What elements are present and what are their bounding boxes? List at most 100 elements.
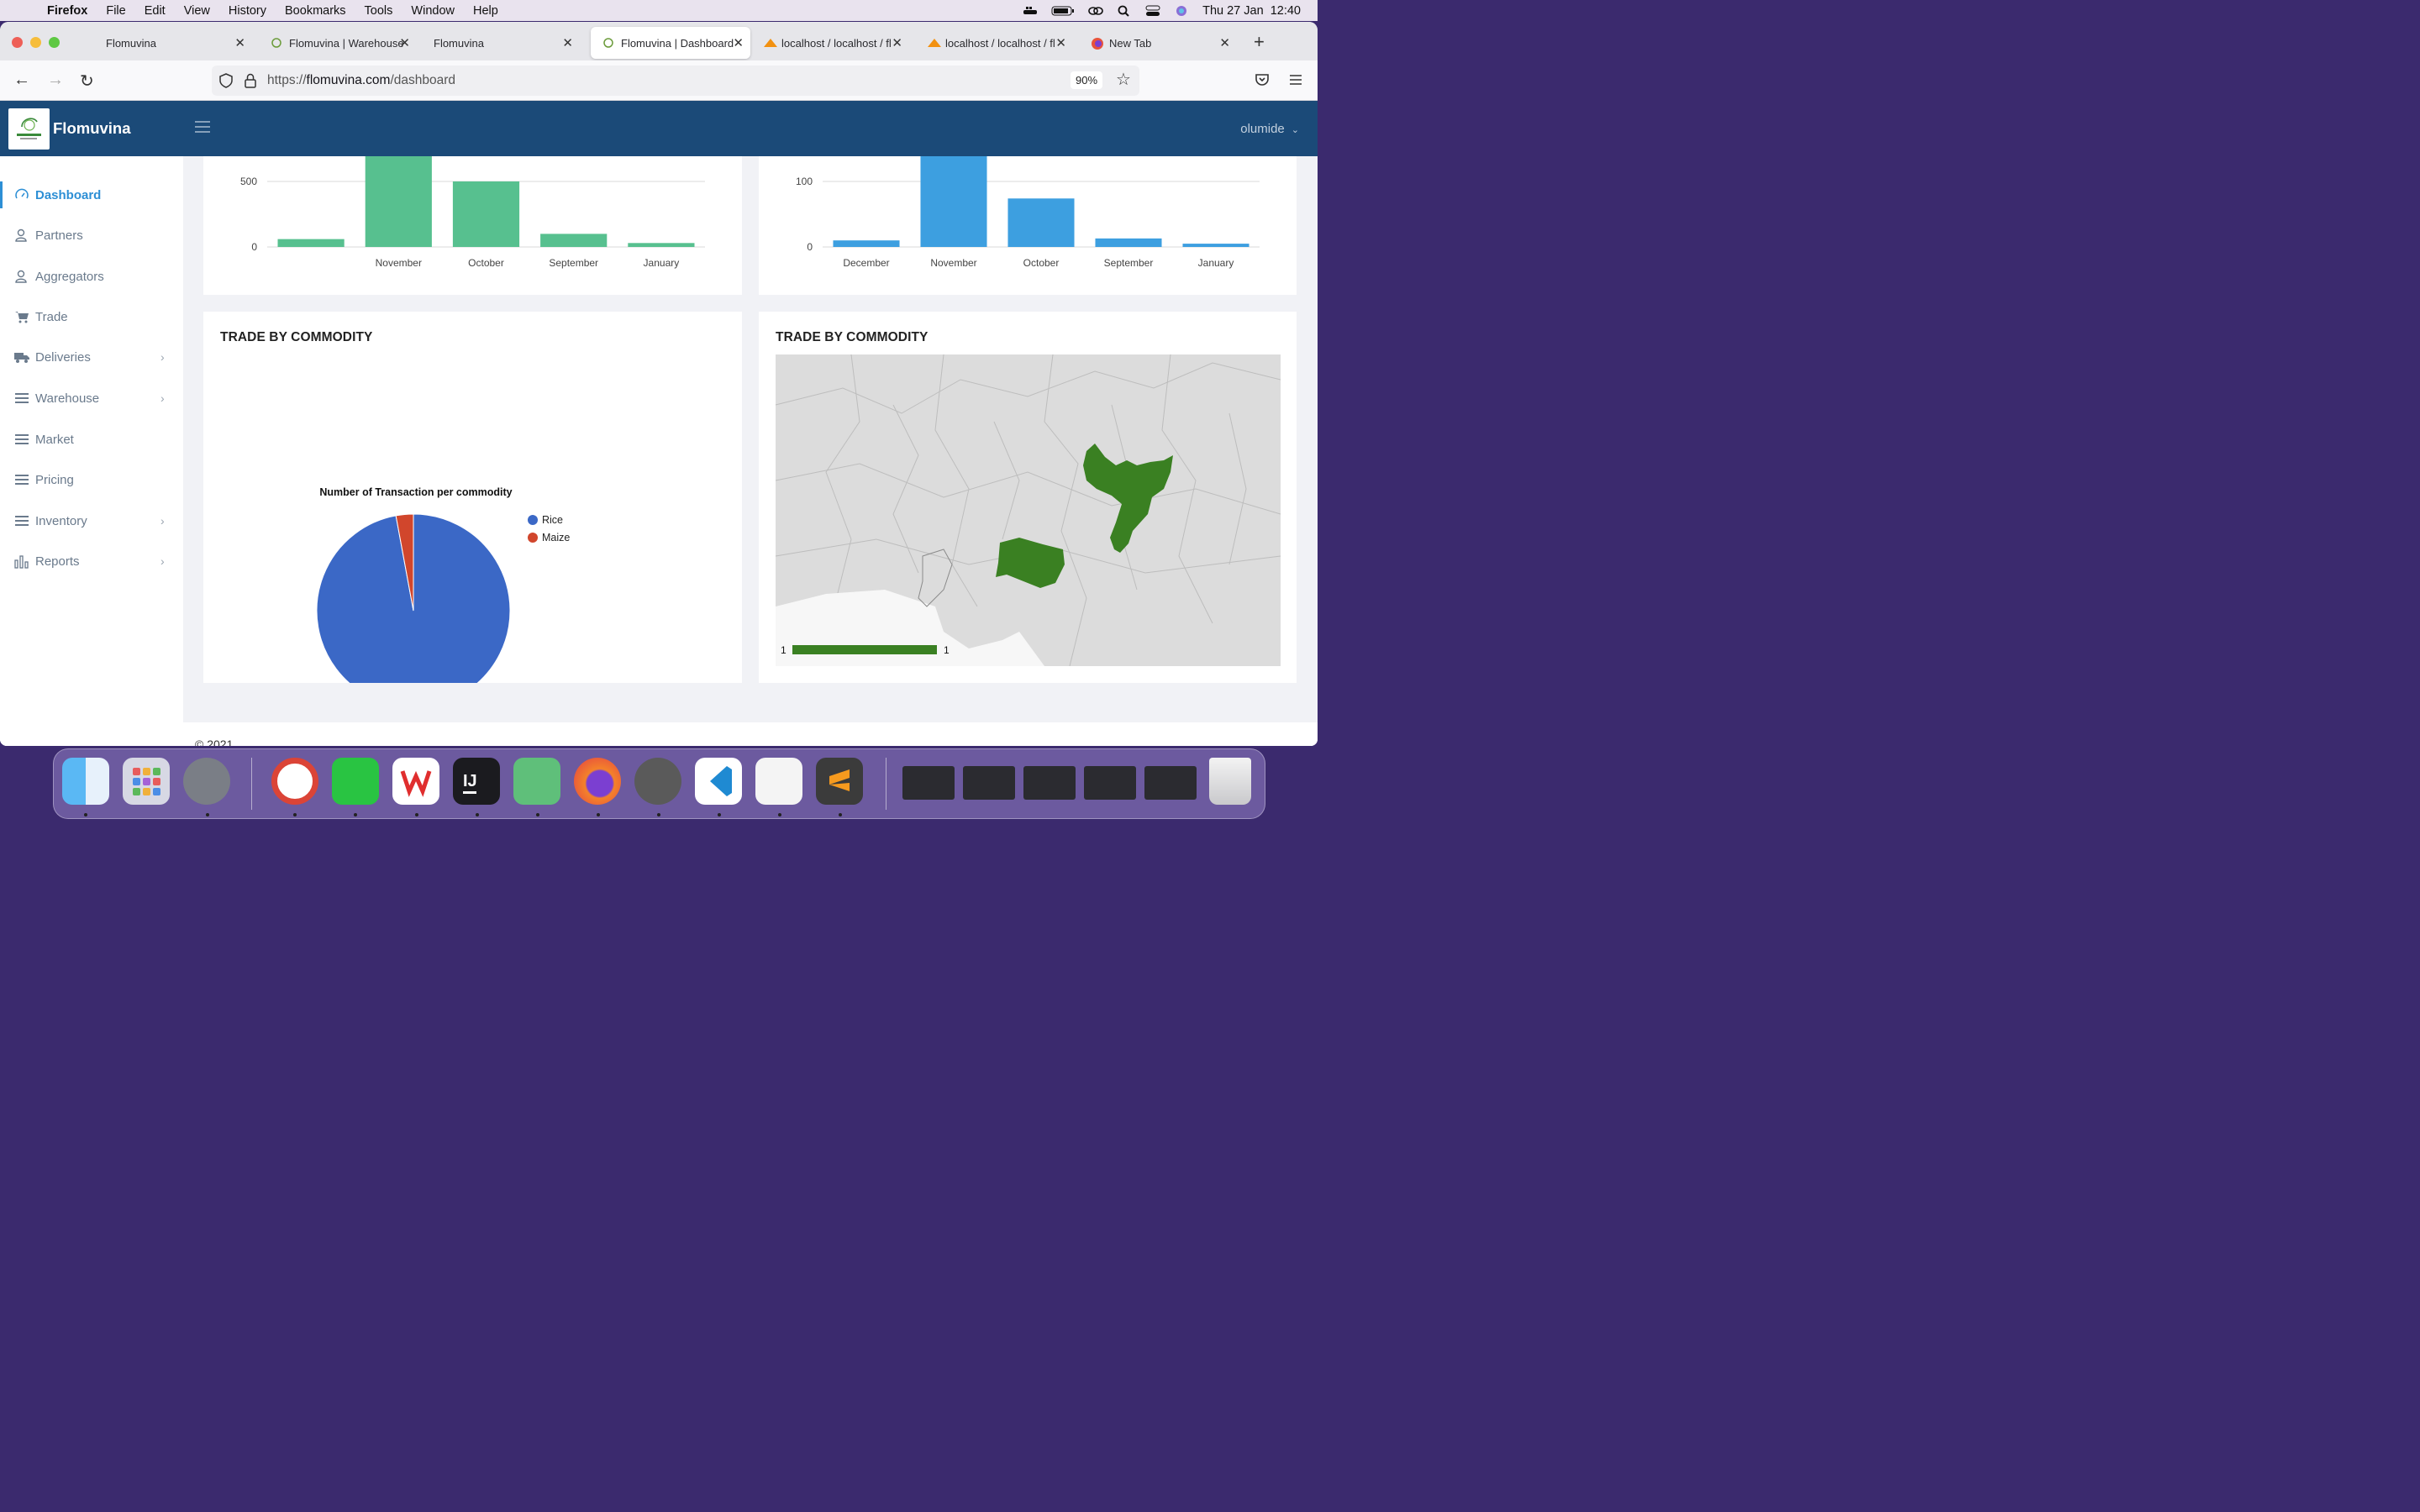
tab-close-icon[interactable]: ✕ [234,35,245,50]
browser-tab[interactable]: Flomuvina ✕ [94,27,252,59]
bookmark-star-icon[interactable]: ☆ [1116,69,1131,90]
system-preferences-icon[interactable] [183,758,230,805]
finder-icon[interactable] [62,758,109,805]
intellij-window-thumbnail[interactable] [963,766,1015,800]
intellij-idea-icon[interactable]: IJ [453,758,500,805]
menubar-clock[interactable]: Thu 27 Jan 12:40 [1202,4,1301,18]
chevron-right-icon: › [160,514,165,528]
pocket-icon[interactable] [1255,73,1270,87]
menu-view[interactable]: View [184,4,210,18]
tab-close-icon[interactable]: ✕ [1055,35,1066,50]
app-brand-name[interactable]: Flomuvina [53,119,131,138]
siri-icon[interactable] [1174,5,1189,17]
bar-chart-blue: 0 100 December November October September Janu… [796,156,1260,269]
menu-history[interactable]: History [229,4,266,18]
active-indicator [0,181,3,208]
menu-tools[interactable]: Tools [365,4,393,18]
forward-arrow-icon[interactable]: → [47,71,64,90]
mamp-icon[interactable] [634,758,681,805]
launchpad-icon[interactable] [123,758,170,805]
phpmyadmin-favicon-icon [927,37,941,49]
tab-title: New Tab [1109,36,1152,50]
chrome-icon[interactable] [271,758,318,805]
close-window-button[interactable] [12,37,23,48]
monthly-bar-chart-card-green: 0 500 November October September January [203,156,742,295]
tab-title: Flomuvina | Warehouse [289,36,404,50]
tab-close-icon[interactable]: ✕ [892,35,902,50]
flomuvina-logo[interactable] [8,108,50,150]
intellij-window-thumbnail[interactable] [1144,766,1197,800]
browser-tab-active[interactable]: Flomuvina | Dashboard ✕ [591,27,750,59]
vscode-icon[interactable] [695,758,742,805]
tab-close-icon[interactable]: ✕ [1219,35,1230,50]
browser-tab[interactable]: New Tab ✕ [1079,27,1237,59]
sidebar-item-reports[interactable]: Reports › [0,544,183,578]
map-legend-max: 1 [944,644,950,656]
sidebar-item-label: Aggregators [35,269,104,284]
tab-bar: Flomuvina ✕ Flomuvina | Warehouse ✕ Flom… [0,22,1318,60]
atom-icon[interactable] [513,758,560,805]
sidebar-item-aggregators[interactable]: Aggregators [0,260,183,293]
commodity-pie-chart: Number of Transaction per commodity 97.1%… [316,486,570,683]
tab-close-icon[interactable]: ✕ [733,35,744,50]
browser-tab[interactable]: localhost / localhost / fl ✕ [751,27,909,59]
users-icon [15,270,27,283]
minimize-window-button[interactable] [30,37,41,48]
intellij-window-thumbnail[interactable] [1084,766,1136,800]
menu-bookmarks[interactable]: Bookmarks [285,4,346,18]
zoom-level-badge[interactable]: 90% [1071,71,1103,89]
new-tab-plus-icon[interactable]: + [1254,31,1265,53]
url-bar[interactable]: https://flomuvina.com/dashboard 90% ☆ [212,66,1139,96]
sidebar-item-trade[interactable]: Trade [0,300,183,333]
docker-icon[interactable] [1023,5,1038,17]
shield-icon[interactable] [218,73,234,88]
hamburger-menu-icon[interactable] [1289,74,1302,86]
macos-dock: IJ [53,748,1265,819]
tab-close-icon[interactable]: ✕ [399,35,410,50]
sidebar-item-pricing[interactable]: Pricing [0,463,183,496]
menu-app-name[interactable]: Firefox [47,4,87,18]
intellij-window-thumbnail[interactable] [1023,766,1076,800]
tab-title: Flomuvina [434,36,484,50]
battery-icon[interactable] [1051,5,1075,17]
menu-window[interactable]: Window [411,4,455,18]
menu-help[interactable]: Help [473,4,498,18]
sidebar-item-warehouse[interactable]: Warehouse › [0,381,183,415]
browser-tab[interactable]: Flomuvina ✕ [422,27,580,59]
nigeria-region-map[interactable]: 1 1 [776,354,1281,666]
sidebar-item-dashboard[interactable]: Dashboard [0,178,183,212]
lock-icon[interactable] [244,73,257,88]
url-text[interactable]: https://flomuvina.com/dashboard [267,73,455,88]
sidebar-toggle-icon[interactable] [195,121,210,133]
browser-tab[interactable]: localhost / localhost / fl ✕ [915,27,1073,59]
pie-data-label: 97.1% [405,682,434,683]
whatsapp-icon[interactable] [332,758,379,805]
zoom-window-button[interactable] [49,37,60,48]
control-center-icon[interactable] [1145,5,1160,17]
user-menu[interactable]: olumide ⌄ [1240,122,1299,136]
spotlight-search-icon[interactable] [1117,5,1132,17]
wps-office-icon[interactable] [392,758,439,805]
reload-icon[interactable]: ↻ [80,71,94,92]
sidebar-item-deliveries[interactable]: Deliveries › [0,340,183,374]
sidebar-item-inventory[interactable]: Inventory › [0,504,183,538]
browser-tab[interactable]: Flomuvina | Warehouse ✕ [259,27,417,59]
firefox-icon[interactable] [574,758,621,805]
link-icon[interactable] [1088,5,1103,17]
back-arrow-icon[interactable]: ← [13,71,30,90]
textedit-icon[interactable] [755,758,802,805]
menu-edit[interactable]: Edit [145,4,166,18]
sidebar-item-partners[interactable]: Partners [0,218,183,252]
dashboard-icon [15,188,29,199]
bar [1007,198,1075,247]
sublime-text-icon[interactable] [816,758,863,805]
tab-title: localhost / localhost / fl [945,36,1055,50]
sidebar-item-market[interactable]: Market [0,423,183,456]
sidebar-item-label: Deliveries [35,349,91,365]
intellij-window-thumbnail[interactable] [902,766,955,800]
trash-icon[interactable] [1209,758,1251,805]
tab-close-icon[interactable]: ✕ [562,35,573,50]
sidebar-item-label: Market [35,432,74,447]
menu-file[interactable]: File [106,4,125,18]
window-controls [12,37,60,48]
